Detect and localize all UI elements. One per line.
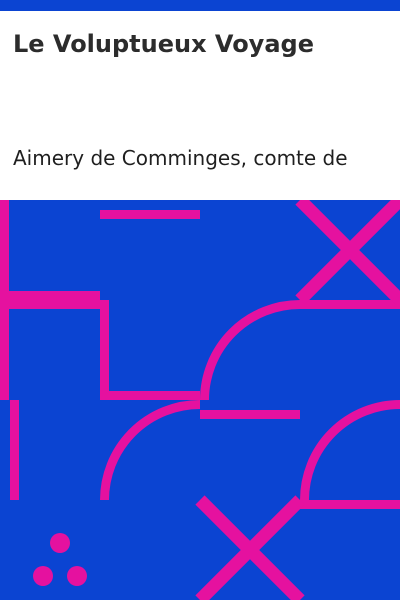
pattern-bar bbox=[300, 500, 400, 509]
pattern-bar bbox=[10, 400, 19, 500]
pattern-bar bbox=[0, 300, 108, 309]
pattern-dot bbox=[33, 566, 53, 586]
pattern-dot bbox=[67, 566, 87, 586]
cover-pattern bbox=[0, 200, 400, 600]
pattern-bar bbox=[100, 210, 200, 219]
pattern-bar bbox=[100, 391, 200, 400]
pattern-dot bbox=[50, 533, 70, 553]
pattern-bar bbox=[200, 410, 300, 419]
pattern-bar bbox=[0, 300, 9, 400]
book-title: Le Voluptueux Voyage bbox=[13, 30, 314, 58]
pattern-bar bbox=[0, 200, 9, 292]
pattern-bar bbox=[0, 291, 100, 300]
book-author: Aimery de Comminges, comte de bbox=[13, 146, 348, 170]
top-accent-bar bbox=[0, 0, 400, 11]
book-cover: Le Voluptueux Voyage Aimery de Comminges… bbox=[0, 0, 400, 600]
pattern-bar bbox=[100, 300, 109, 395]
